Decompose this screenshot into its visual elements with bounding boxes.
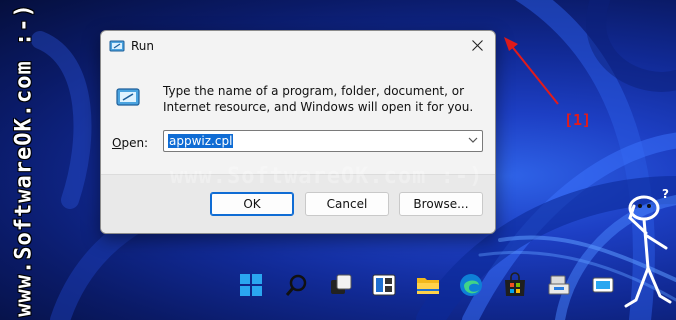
- side-watermark: www.SoftwareOK.com :-): [6, 0, 42, 320]
- chevron-down-icon[interactable]: [468, 137, 478, 144]
- annotation-label: [1]: [564, 111, 592, 129]
- close-button[interactable]: [459, 31, 495, 61]
- run-dialog: Run Type the name of a program, folder, …: [100, 30, 496, 234]
- windows-start-icon[interactable]: [238, 272, 264, 298]
- app-icon-2[interactable]: [590, 272, 616, 298]
- center-watermark: www.SoftwareOK.com :-): [170, 164, 484, 189]
- browse-button[interactable]: Browse...: [399, 192, 483, 216]
- run-program-icon: [116, 88, 140, 106]
- svg-text:?: ?: [662, 188, 669, 201]
- search-icon[interactable]: [284, 272, 310, 298]
- store-icon[interactable]: [502, 272, 528, 298]
- cancel-button[interactable]: Cancel: [305, 192, 389, 216]
- open-label: Open:: [112, 136, 148, 150]
- app-icon[interactable]: [546, 272, 572, 298]
- open-combobox[interactable]: appwiz.cpl: [163, 130, 483, 152]
- task-view-icon[interactable]: [328, 272, 354, 298]
- run-app-icon: [109, 40, 125, 52]
- side-watermark-text: www.SoftwareOK.com :-): [11, 3, 37, 317]
- widgets-icon[interactable]: [371, 272, 397, 298]
- edge-icon[interactable]: [458, 272, 484, 298]
- thinking-stickman-illustration: ?: [624, 188, 672, 308]
- file-explorer-icon[interactable]: [415, 272, 441, 298]
- dialog-title: Run: [131, 39, 155, 53]
- open-label-text: pen:: [121, 136, 149, 150]
- open-input[interactable]: appwiz.cpl: [168, 134, 234, 148]
- annotation-arrow: [504, 37, 559, 105]
- close-icon: [472, 40, 483, 51]
- ok-button[interactable]: OK: [210, 192, 294, 216]
- dialog-titlebar[interactable]: Run: [101, 31, 495, 63]
- dialog-description: Type the name of a program, folder, docu…: [163, 84, 474, 114]
